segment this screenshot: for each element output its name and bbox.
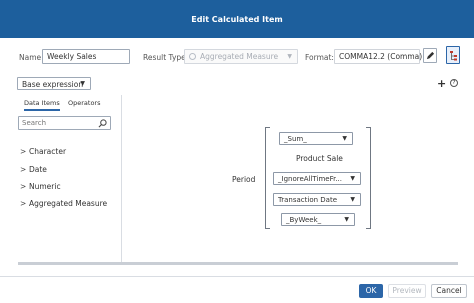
- tree-item-label: Character: [29, 147, 67, 156]
- measure-label[interactable]: Product Sale: [296, 154, 343, 163]
- tree-item-label: Date: [29, 165, 47, 174]
- chevron-right-icon: >: [20, 199, 27, 208]
- chevron-right-icon: >: [20, 147, 27, 156]
- tree-item-numeric[interactable]: > Numeric: [20, 182, 61, 191]
- expression-mode-select[interactable]: Base expression ▼: [17, 77, 91, 90]
- expression-bracket-right: [366, 127, 371, 229]
- chevron-down-icon: ▼: [287, 53, 292, 60]
- expression-mode-value: Base expression: [22, 79, 84, 89]
- chevron-right-icon: >: [20, 182, 27, 191]
- dialog-title: Edit Calculated Item: [191, 15, 283, 24]
- search-icon[interactable]: [98, 119, 107, 128]
- chevron-down-icon: ▼: [80, 80, 85, 87]
- aggregation-value: _Sum_: [284, 135, 307, 143]
- period-label: Period: [232, 175, 256, 184]
- preview-button[interactable]: Preview: [388, 284, 426, 298]
- result-type-value: Aggregated Measure: [200, 52, 279, 61]
- date-item-value: Transaction Date: [278, 196, 338, 204]
- tree-item-character[interactable]: > Character: [20, 147, 66, 156]
- chevron-down-icon: ▼: [344, 216, 349, 223]
- tree-item-aggregated-measure[interactable]: > Aggregated Measure: [20, 199, 107, 208]
- help-icon[interactable]: ?: [450, 79, 458, 87]
- format-field: COMMA12.2 (Comma): [334, 49, 423, 64]
- format-edit-button[interactable]: [423, 48, 437, 63]
- search-field[interactable]: [18, 116, 111, 130]
- period-function-select[interactable]: _IgnoreAllTimeFr... ▼: [273, 172, 361, 185]
- footer-divider: [0, 276, 474, 277]
- hierarchy-toggle-button[interactable]: [446, 46, 460, 64]
- tab-operators[interactable]: Operators: [68, 99, 100, 107]
- add-icon[interactable]: +: [437, 77, 446, 90]
- expression-bracket-left: [265, 127, 270, 229]
- ok-button[interactable]: OK: [359, 284, 383, 298]
- pencil-icon: [426, 51, 434, 60]
- tree-item-label: Aggregated Measure: [29, 199, 108, 208]
- period-function-value: _IgnoreAllTimeFr...: [278, 175, 342, 183]
- format-label: Format:: [305, 53, 334, 62]
- name-label: Name:: [19, 53, 44, 62]
- chevron-down-icon: ▼: [350, 175, 355, 182]
- horizontal-scrollbar[interactable]: [18, 262, 458, 265]
- result-type-select[interactable]: Aggregated Measure ▼: [184, 49, 298, 64]
- aggregation-select[interactable]: _Sum_ ▼: [279, 132, 353, 145]
- chevron-right-icon: >: [20, 165, 27, 174]
- panel-divider: [121, 95, 122, 262]
- tree-item-date[interactable]: > Date: [20, 165, 47, 174]
- result-type-icon: [189, 53, 196, 60]
- search-input[interactable]: [22, 118, 94, 128]
- format-value: COMMA12.2 (Comma): [339, 52, 423, 61]
- chevron-down-icon: ▼: [342, 135, 347, 142]
- name-input[interactable]: Weekly Sales: [42, 49, 130, 64]
- tree-item-label: Numeric: [29, 182, 61, 191]
- cancel-button[interactable]: Cancel: [431, 284, 467, 298]
- chevron-down-icon: ▼: [350, 196, 355, 203]
- tab-data-items[interactable]: Data Items: [24, 99, 60, 111]
- dialog-titlebar: Edit Calculated Item: [0, 0, 474, 38]
- name-input-value: Weekly Sales: [47, 52, 97, 61]
- result-type-label: Result Type:: [143, 53, 189, 62]
- interval-value: _ByWeek_: [286, 216, 322, 224]
- date-item-select[interactable]: Transaction Date ▼: [273, 193, 361, 206]
- interval-select[interactable]: _ByWeek_ ▼: [281, 213, 355, 226]
- hierarchy-icon: [449, 50, 457, 60]
